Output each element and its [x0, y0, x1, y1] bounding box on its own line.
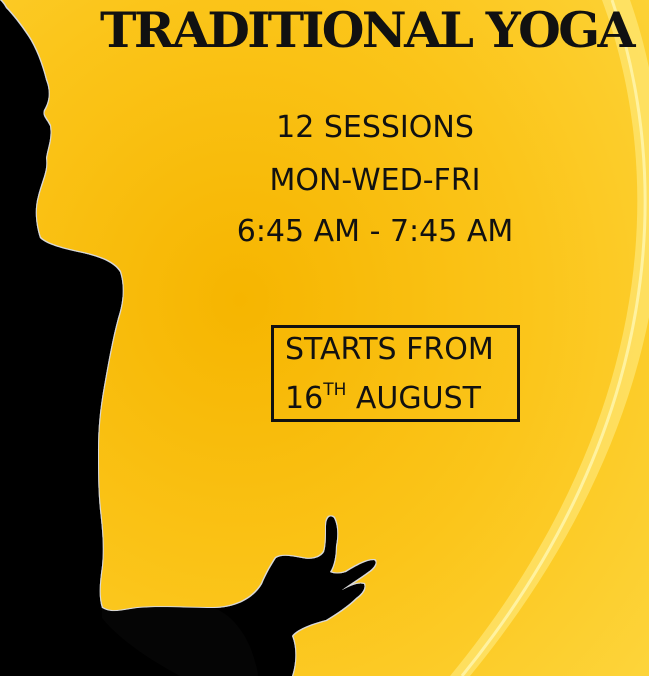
start-month: AUGUST	[355, 381, 481, 416]
start-date-box: STARTS FROM 16TH AUGUST	[271, 325, 520, 422]
start-date: 16TH AUGUST	[285, 379, 481, 419]
start-day: 16	[285, 381, 324, 416]
poster-title: TRADITIONAL YOGA	[100, 1, 636, 59]
yoga-poster: TRADITIONAL YOGA 12 SESSIONS MON-WED-FRI…	[0, 0, 649, 676]
starts-from-label: STARTS FROM	[285, 332, 494, 367]
class-time: 6:45 AM - 7:45 AM	[236, 214, 514, 249]
session-count: 12 SESSIONS	[276, 110, 474, 145]
class-days: MON-WED-FRI	[269, 163, 481, 198]
start-day-suffix: TH	[323, 380, 347, 400]
